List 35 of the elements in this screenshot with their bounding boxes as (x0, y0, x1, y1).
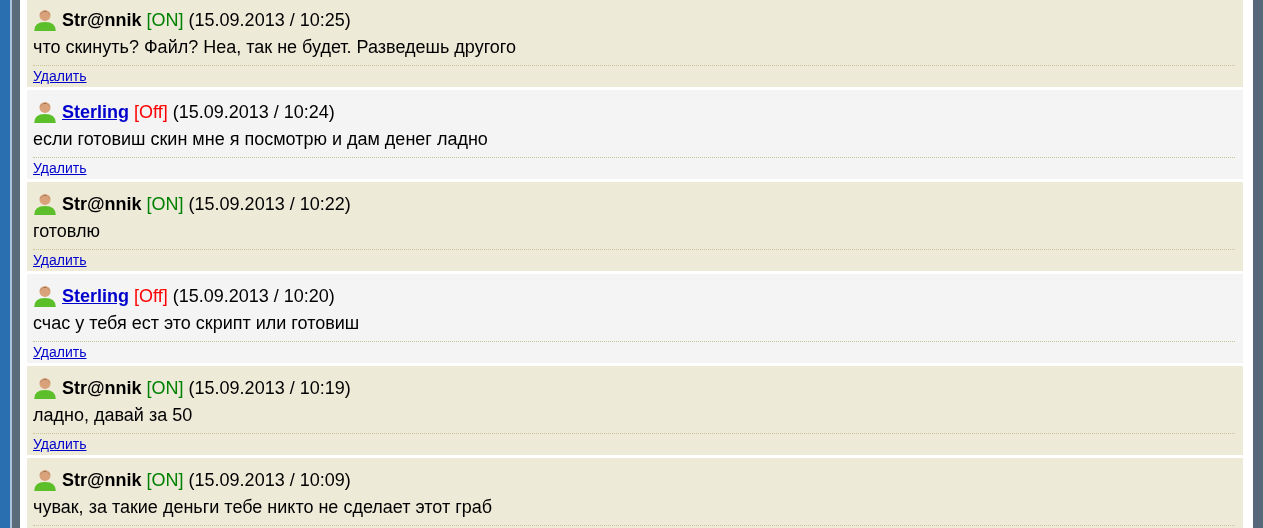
status-label: [Off] (134, 286, 168, 307)
author-name: Str@nnik (62, 10, 142, 31)
author-link[interactable]: Sterling (62, 286, 129, 307)
delete-link[interactable]: Удалить (33, 252, 87, 268)
user-icon (33, 283, 57, 307)
status-label: [ON] (146, 470, 184, 491)
author-name: Str@nnik (62, 470, 142, 491)
author-link[interactable]: Sterling (62, 102, 129, 123)
message-text: чувак, за такие деньги тебе никто не сделает этот граб (33, 497, 494, 519)
status-label: [ON] (146, 378, 184, 399)
message-text: готовлю (33, 221, 101, 243)
message-text: счас у тебя ест это скрипт или готовиш (33, 313, 361, 335)
status-label: [ON] (146, 194, 184, 215)
status-label: [ON] (146, 10, 184, 31)
delete-link[interactable]: Удалить (33, 68, 87, 84)
delete-link[interactable]: Удалить (33, 436, 87, 452)
timestamp: (15.09.2013 / 10:09) (188, 470, 351, 491)
timestamp: (15.09.2013 / 10:25) (188, 10, 351, 31)
user-icon (33, 7, 57, 31)
delete-link[interactable]: Удалить (33, 160, 87, 176)
message-text: если готовиш скин мне я посмотрю и дам денег ладно (33, 129, 489, 151)
user-icon (33, 467, 57, 491)
delete-link[interactable]: Удалить (33, 344, 87, 360)
author-name: Str@nnik (62, 194, 142, 215)
status-label: [Off] (134, 102, 168, 123)
user-icon (33, 191, 57, 215)
timestamp: (15.09.2013 / 10:20) (172, 286, 335, 307)
user-icon (33, 99, 57, 123)
message-text: ладно, давай за 50 (33, 405, 194, 427)
message-text: что скинуть? Файл? Неа, так не будет. Разведешь другого (33, 37, 518, 59)
timestamp: (15.09.2013 / 10:24) (172, 102, 335, 123)
timestamp: (15.09.2013 / 10:22) (188, 194, 351, 215)
user-icon (33, 375, 57, 399)
timestamp: (15.09.2013 / 10:19) (188, 378, 351, 399)
author-name: Str@nnik (62, 378, 142, 399)
